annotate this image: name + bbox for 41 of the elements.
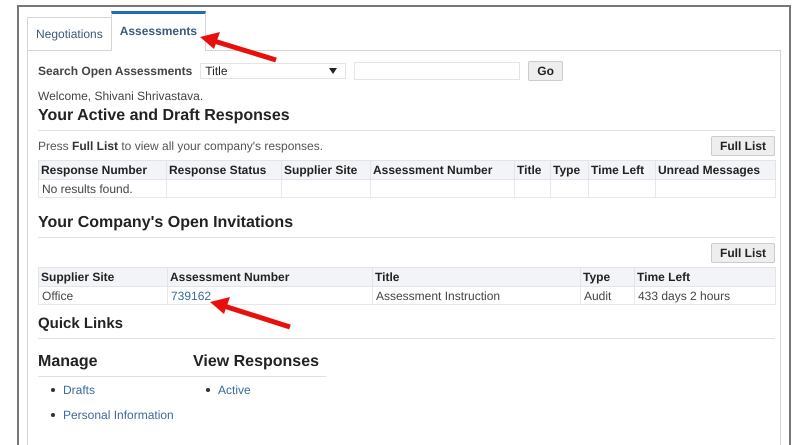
quick-link[interactable]: Drafts bbox=[63, 382, 96, 396]
column-header: Time Left bbox=[588, 160, 656, 180]
bullet-icon bbox=[206, 388, 210, 392]
group-heading: Manage bbox=[38, 353, 193, 377]
section-heading: Your Company's Open Invitations bbox=[38, 214, 775, 238]
column-header: Title bbox=[514, 160, 550, 180]
table-cell: No results found. bbox=[38, 180, 166, 198]
table-cell: Assessment Instruction bbox=[376, 288, 500, 302]
welcome-text: Welcome, Shivani Shrivastava. bbox=[38, 89, 204, 103]
full-list-button[interactable]: Full List bbox=[711, 243, 775, 263]
column-header: Time Left bbox=[634, 268, 776, 286]
column-header: Type bbox=[550, 160, 588, 180]
go-button[interactable]: Go bbox=[528, 61, 563, 81]
column-header: Supplier Site bbox=[282, 160, 370, 180]
column-header: Supplier Site bbox=[38, 268, 168, 286]
search-field[interactable] bbox=[354, 62, 520, 80]
search-label: Search Open Assessments bbox=[38, 64, 192, 78]
column-header: Response Status bbox=[166, 160, 282, 180]
quick-link[interactable]: Active bbox=[218, 382, 251, 396]
tab[interactable]: Negotiations bbox=[27, 17, 112, 50]
section-heading: Quick Links bbox=[38, 315, 775, 339]
full-list-button[interactable]: Full List bbox=[711, 136, 775, 156]
bullet-icon bbox=[51, 388, 55, 392]
bullet-icon bbox=[51, 412, 55, 416]
section-heading: Your Active and Draft Responses bbox=[38, 107, 775, 131]
assessment-link[interactable]: 739162 bbox=[171, 288, 212, 302]
column-header: Response Number bbox=[38, 160, 166, 180]
table-cell: Audit bbox=[584, 288, 612, 302]
table-cell: Office bbox=[42, 288, 74, 302]
column-header: Title bbox=[372, 268, 580, 286]
tab[interactable]: Assessments bbox=[110, 11, 206, 51]
quick-link[interactable]: Personal Information bbox=[63, 408, 174, 422]
caret-icon bbox=[329, 68, 338, 74]
column-header: Unread Messages bbox=[656, 160, 776, 180]
column-header: Type bbox=[580, 268, 634, 286]
column-header: Assessment Number bbox=[168, 268, 372, 286]
group-heading: View Responses bbox=[193, 353, 326, 377]
hint-text: Press Full List to view all your company's responses. bbox=[38, 139, 324, 153]
column-header: Assessment Number bbox=[370, 160, 514, 180]
search-select[interactable]: Title bbox=[200, 63, 346, 79]
table-cell: 433 days 2 hours bbox=[638, 288, 730, 302]
